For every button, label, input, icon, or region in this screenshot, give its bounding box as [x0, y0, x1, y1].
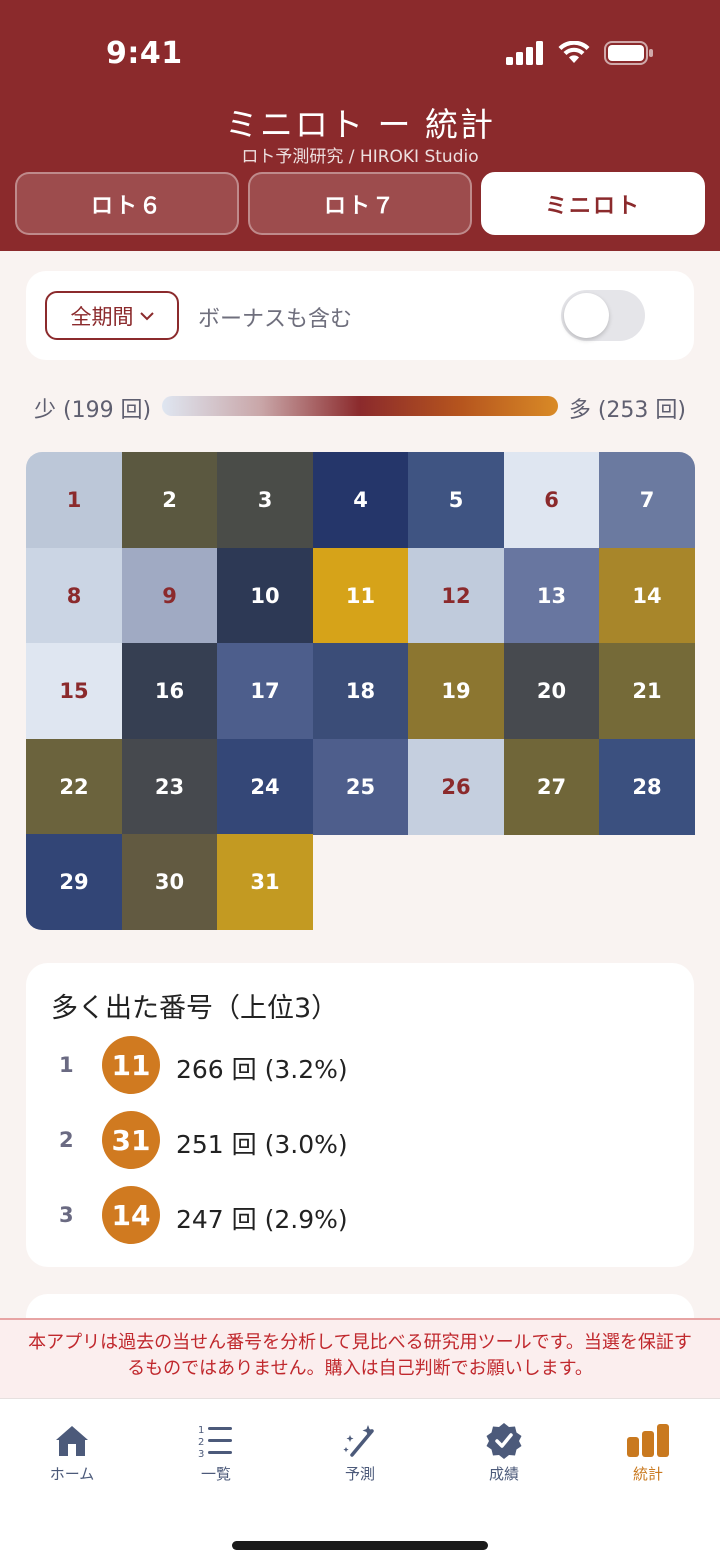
number-cell[interactable]: 22: [26, 738, 122, 835]
number-cell[interactable]: 7: [599, 452, 695, 548]
number-cell[interactable]: 15: [26, 643, 122, 739]
nav-list[interactable]: 1 2 3 一覧: [144, 1421, 288, 1485]
bonus-toggle[interactable]: [561, 290, 645, 341]
period-dropdown[interactable]: 全期間: [45, 291, 179, 340]
nav-predict[interactable]: 予測: [288, 1421, 432, 1485]
number-ball: 14: [102, 1186, 160, 1244]
number-cell[interactable]: 16: [121, 643, 218, 739]
home-icon: [56, 1426, 88, 1456]
number-cell[interactable]: 4: [312, 452, 409, 548]
number-cell[interactable]: 12: [408, 547, 504, 644]
number-cell[interactable]: 17: [217, 643, 313, 739]
legend-gradient-bar: [162, 396, 558, 416]
nav-stats[interactable]: 統計: [576, 1421, 720, 1485]
lottery-tabs: ロト６ ロト７ ミニロト: [15, 172, 705, 235]
legend-max-label: 多 (253 回): [568, 398, 686, 423]
number-cell[interactable]: 13: [503, 547, 600, 644]
list-icon: 1 2 3: [198, 1425, 232, 1460]
number-cell[interactable]: 9: [121, 547, 218, 644]
battery-icon: [604, 41, 653, 65]
svg-text:1: 1: [198, 1425, 204, 1436]
number-cell[interactable]: 27: [503, 738, 600, 835]
rank-row: 3 14 247 回 (2.9%): [26, 1186, 694, 1246]
svg-text:2: 2: [198, 1437, 204, 1448]
number-cell[interactable]: 24: [217, 738, 313, 835]
tab-loto7[interactable]: ロト７: [248, 172, 472, 235]
bottom-nav: ホーム 1 2 3 一覧 予測 成績 統計: [0, 1398, 720, 1565]
number-cell[interactable]: 20: [503, 643, 600, 739]
rank-number: 3: [59, 1203, 74, 1227]
svg-text:3: 3: [198, 1449, 204, 1460]
wifi-icon: [558, 41, 590, 63]
number-cell[interactable]: 8: [26, 547, 122, 644]
number-cell[interactable]: 28: [599, 738, 695, 835]
nav-label: 統計: [632, 1465, 663, 1483]
page-title: ミニロト ー 統計: [225, 105, 495, 144]
number-heatmap: 1 2 3 4 5 6 7 8 9 10 11 12 13 14 15 16 17 18 19 20 21 22 23 24 2…: [26, 452, 695, 930]
rank-number: 1: [59, 1053, 74, 1077]
top-numbers-title: 多く出た番号（上位3）: [51, 993, 339, 1024]
number-cell[interactable]: 23: [121, 738, 218, 835]
period-dropdown-label: 全期間: [70, 304, 134, 329]
nav-label: ホーム: [49, 1465, 95, 1483]
nav-label: 一覧: [200, 1465, 231, 1483]
number-cell[interactable]: 3: [217, 452, 313, 548]
legend-min-label: 少 (199 回): [34, 398, 152, 423]
rank-number: 2: [59, 1128, 74, 1152]
magic-wand-icon: [343, 1425, 374, 1457]
disclaimer-banner: 本アプリは過去の当せん番号を分析して見比べる研究用ツールです。当選を保証するもの…: [0, 1318, 720, 1398]
filter-card: 全期間 ボーナスも含む: [26, 271, 694, 360]
bonus-toggle-label: ボーナスも含む: [198, 307, 353, 332]
number-cell[interactable]: 10: [217, 547, 313, 644]
number-ball: 31: [102, 1111, 160, 1169]
number-cell[interactable]: 2: [121, 452, 218, 548]
bar-chart-icon: [627, 1424, 669, 1457]
tab-loto6[interactable]: ロト６: [15, 172, 239, 235]
number-cell[interactable]: 21: [599, 643, 695, 739]
rank-row: 1 11 266 回 (3.2%): [26, 1036, 694, 1096]
number-cell[interactable]: 19: [408, 643, 504, 739]
tab-miniloto[interactable]: ミニロト: [481, 172, 705, 235]
number-cell[interactable]: 25: [312, 738, 409, 835]
app-header: 9:41 ミニロト ー 統計 ロト予測研究 / HIROKI Studio ロト…: [0, 0, 720, 251]
number-cell[interactable]: 30: [121, 834, 218, 930]
status-time: 9:41: [106, 36, 183, 71]
number-cell[interactable]: 18: [312, 643, 409, 739]
page-subtitle: ロト予測研究 / HIROKI Studio: [241, 147, 479, 167]
home-indicator: [232, 1541, 488, 1550]
number-cell[interactable]: 11: [312, 547, 409, 644]
number-cell[interactable]: 6: [503, 452, 600, 548]
number-cell[interactable]: 14: [599, 547, 695, 644]
chevron-down-icon: [139, 311, 154, 320]
nav-results[interactable]: 成績: [432, 1421, 576, 1485]
rank-row: 2 31 251 回 (3.0%): [26, 1111, 694, 1171]
cellular-signal-icon: [506, 41, 543, 65]
rank-count: 251 回 (3.0%): [176, 1130, 348, 1159]
number-ball: 11: [102, 1036, 160, 1094]
rank-count: 266 回 (3.2%): [176, 1055, 348, 1084]
badge-check-icon: [486, 1423, 522, 1459]
nav-label: 予測: [344, 1465, 375, 1483]
top-numbers-card: 多く出た番号（上位3） 1 11 266 回 (3.2%) 2 31 251 回…: [26, 963, 694, 1267]
number-cell[interactable]: 1: [26, 452, 122, 548]
number-cell[interactable]: 31: [217, 834, 313, 930]
number-cell[interactable]: 5: [408, 452, 504, 548]
number-cell[interactable]: 29: [26, 834, 122, 930]
status-icons: [506, 38, 654, 68]
number-cell[interactable]: 26: [408, 738, 504, 835]
nav-label: 成績: [488, 1465, 519, 1483]
rank-count: 247 回 (2.9%): [176, 1205, 348, 1234]
nav-home[interactable]: ホーム: [0, 1421, 144, 1485]
toggle-knob: [564, 293, 609, 338]
